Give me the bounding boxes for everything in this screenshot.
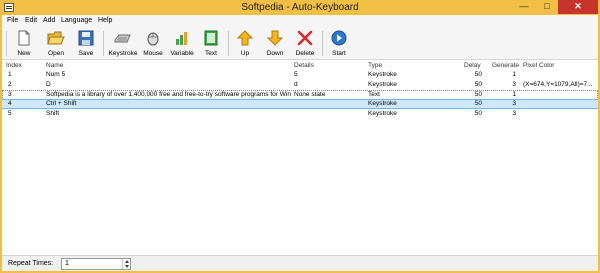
keyboard-icon — [114, 34, 131, 43]
up-label: Up — [240, 50, 250, 57]
cell-delay: 50 — [474, 100, 482, 107]
text-label: Text — [205, 50, 217, 57]
mouse-label: Mouse — [143, 50, 163, 57]
open-button[interactable]: Open — [42, 28, 70, 59]
cell-generate: 3 — [512, 100, 516, 107]
cell-name: Num 5 — [46, 71, 66, 78]
keystroke-button[interactable]: Keystroke — [106, 28, 140, 59]
cell-delay: 50 — [474, 91, 482, 98]
save-button[interactable]: Save — [72, 28, 100, 59]
cell-type: Keystroke — [368, 100, 397, 107]
cell-generate: 3 — [512, 110, 516, 117]
toolbar-separator — [228, 31, 229, 56]
repeat-times-spinbox[interactable]: 1 — [61, 258, 131, 270]
cell-index: 5 — [8, 110, 12, 117]
new-label: New — [17, 50, 31, 57]
keystroke-label: Keystroke — [108, 50, 138, 57]
cell-index: 1 — [8, 71, 12, 78]
table-row[interactable]: 1 Num 5 5 Keystroke 50 1 — [2, 71, 598, 79]
toolbar: New Open Save Keystroke Mouse Variable T… — [2, 27, 598, 60]
delete-x-icon — [297, 30, 313, 46]
menu-add[interactable]: Add — [43, 17, 55, 24]
toolbar-separator — [103, 31, 104, 56]
save-label: Save — [78, 50, 94, 57]
down-button[interactable]: Down — [262, 28, 288, 59]
mouse-icon — [147, 32, 159, 46]
menu-help[interactable]: Help — [98, 17, 112, 24]
repeat-times-label: Repeat Times: — [8, 260, 54, 267]
cell-details: 5 — [294, 71, 298, 78]
cell-delay: 50 — [474, 71, 482, 78]
status-bar: Repeat Times: 1 — [2, 255, 598, 271]
cell-index: 4 — [8, 100, 12, 107]
down-label: Down — [266, 50, 284, 57]
cell-generate: 3 — [512, 81, 516, 88]
toolbar-separator — [322, 31, 323, 56]
table-row[interactable]: 2 D d Keystroke 50 3 (X=674,Y=1079,All)=… — [2, 81, 598, 89]
delete-button[interactable]: Delete — [292, 28, 318, 59]
variable-button[interactable]: Variable — [168, 28, 196, 59]
mouse-button[interactable]: Mouse — [140, 28, 166, 59]
folder-open-icon — [47, 31, 65, 45]
floppy-disk-icon — [78, 30, 94, 46]
cell-name: Shift — [46, 110, 60, 117]
text-button[interactable]: Text — [198, 28, 224, 59]
app-window: Softpedia - Auto-Keyboard — □ ✕ File Edi… — [0, 0, 600, 273]
cell-pixel-color: (X=674,Y=1079,All)=7... — [523, 81, 593, 88]
cell-details: d — [294, 81, 298, 88]
new-file-icon — [18, 30, 30, 46]
menu-bar: File Edit Add Language Help — [2, 15, 598, 27]
start-button[interactable]: Start — [326, 28, 352, 59]
play-icon — [331, 30, 347, 46]
spin-up-down-icon[interactable] — [122, 259, 130, 269]
cell-generate: 1 — [512, 71, 516, 78]
open-label: Open — [48, 50, 64, 57]
cell-type: Text — [368, 91, 380, 98]
cell-index: 2 — [8, 81, 12, 88]
variable-icon — [176, 32, 187, 45]
table-row[interactable]: 5 Shift Keystroke 50 3 — [2, 110, 598, 118]
maximize-button[interactable]: □ — [536, 0, 558, 14]
actions-table[interactable]: Index Name Details Type Delay Generate P… — [2, 60, 598, 255]
text-icon — [204, 30, 218, 46]
up-button[interactable]: Up — [232, 28, 258, 59]
arrow-down-icon — [266, 30, 284, 46]
cell-details: None state — [294, 91, 326, 98]
variable-label: Variable — [170, 50, 194, 57]
delete-label: Delete — [295, 50, 315, 57]
cell-delay: 50 — [474, 81, 482, 88]
cell-index: 3 — [8, 91, 12, 98]
cell-name: Ctrl + Shift — [46, 100, 77, 107]
menu-edit[interactable]: Edit — [25, 17, 37, 24]
close-button[interactable]: ✕ — [558, 0, 598, 14]
table-row-selected[interactable]: 4 Ctrl + Shift Keystroke 50 3 — [2, 99, 598, 109]
cell-generate: 1 — [512, 91, 516, 98]
repeat-times-value[interactable]: 1 — [65, 260, 69, 267]
cell-type: Keystroke — [368, 71, 397, 78]
cell-delay: 50 — [474, 110, 482, 117]
cell-type: Keystroke — [368, 110, 397, 117]
arrow-up-icon — [236, 30, 254, 46]
toolbar-separator — [6, 31, 7, 56]
window-title: Softpedia - Auto-Keyboard — [241, 2, 359, 13]
start-label: Start — [332, 50, 346, 57]
menu-file[interactable]: File — [7, 17, 18, 24]
new-button[interactable]: New — [10, 28, 38, 59]
cell-type: Keystroke — [368, 81, 397, 88]
cell-name: D — [46, 81, 51, 88]
title-bar[interactable]: Softpedia - Auto-Keyboard — □ ✕ — [0, 0, 600, 15]
cell-name: Softpedia is a library of over 1,400,000… — [46, 91, 291, 98]
menu-language[interactable]: Language — [61, 17, 92, 24]
minimize-button[interactable]: — — [512, 0, 536, 14]
